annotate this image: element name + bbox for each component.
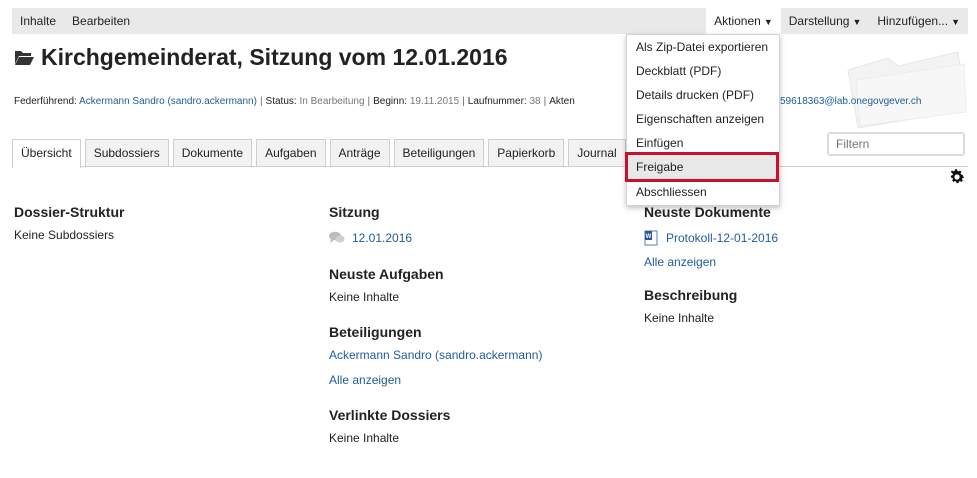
folder-watermark-icon <box>847 51 967 128</box>
word-document-icon: W <box>644 230 658 246</box>
toolbar-right: Aktionen ▼ Darstellung ▼ Hinzufügen... ▼ <box>706 8 968 35</box>
svg-text:W: W <box>646 234 652 240</box>
beteiligung-link[interactable]: Ackermann Sandro (sandro.ackermann) <box>329 348 542 362</box>
dossier-struktur-heading: Dossier-Struktur <box>14 204 125 220</box>
dossier-metadata: Federführend: Ackermann Sandro (sandro.a… <box>14 96 575 107</box>
beteiligungen-section: Beteiligungen Ackermann Sandro (sandro.a… <box>329 324 542 387</box>
beteiligungen-all-link[interactable]: Alle anzeigen <box>329 373 401 387</box>
menu-item-deckblatt[interactable]: Deckblatt (PDF) <box>627 59 777 83</box>
neuste-aufgaben-text: Keine Inhalte <box>329 290 400 304</box>
menu-item-freigabe[interactable]: Freigabe <box>627 155 777 179</box>
tab-subdossiers[interactable]: Subdossiers <box>84 139 169 166</box>
verlinkte-dossiers-heading: Verlinkte Dossiers <box>329 407 451 423</box>
menu-item-details-drucken[interactable]: Details drucken (PDF) <box>627 83 777 107</box>
page-title-row: Kirchgemeinderat, Sitzung vom 12.01.2016 <box>14 42 508 72</box>
status-value: In Bearbeitung <box>299 96 365 107</box>
gear-icon[interactable] <box>948 168 966 186</box>
dossier-struktur-text: Keine Subdossiers <box>14 228 115 242</box>
laufnummer-label: Laufnummer: <box>467 96 527 107</box>
sitzung-link[interactable]: 12.01.2016 <box>352 231 412 245</box>
sitzung-item: 12.01.2016 <box>329 231 412 245</box>
hinzufuegen-menu-button[interactable]: Hinzufügen... ▼ <box>869 8 968 35</box>
laufnummer-value: 38 <box>529 96 541 107</box>
aktionen-dropdown: Als Zip-Datei exportieren Deckblatt (PDF… <box>625 34 780 206</box>
neuste-dokumente-section: Neuste Dokumente <box>644 204 771 220</box>
filter-input[interactable] <box>827 132 965 156</box>
comments-icon <box>329 231 345 243</box>
caret-down-icon: ▼ <box>852 17 862 27</box>
toolbar-bearbeiten[interactable]: Bearbeiten <box>64 8 138 34</box>
beschreibung-section: Beschreibung Keine Inhalte <box>644 287 737 325</box>
caret-down-icon: ▼ <box>951 17 960 27</box>
toolbar-left: Inhalte Bearbeiten <box>12 8 138 34</box>
page-title: Kirchgemeinderat, Sitzung vom 12.01.2016 <box>41 44 508 70</box>
beschreibung-text: Keine Inhalte <box>644 311 715 325</box>
beschreibung-heading: Beschreibung <box>644 287 738 303</box>
darstellung-menu-button[interactable]: Darstellung ▼ <box>781 8 870 35</box>
neuste-dokumente-heading: Neuste Dokumente <box>644 204 771 220</box>
verlinkte-dossiers-text: Keine Inhalte <box>329 431 400 445</box>
akten-label: Akten <box>549 96 575 107</box>
hinzufuegen-label: Hinzufügen... <box>877 14 949 28</box>
beteiligungen-heading: Beteiligungen <box>329 324 422 340</box>
dokument-link[interactable]: Protokoll-12-01-2016 <box>666 231 778 245</box>
tab-bar: Übersicht Subdossiers Dokumente Aufgaben… <box>12 138 968 168</box>
email-fragment[interactable]: 59618363@lab.onegovgever.ch <box>780 96 921 107</box>
tab-journal[interactable]: Journal <box>568 139 626 166</box>
darstellung-label: Darstellung <box>788 14 850 28</box>
verlinkte-dossiers-section: Verlinkte Dossiers Keine Inhalte <box>329 407 450 445</box>
toolbar-inhalte[interactable]: Inhalte <box>12 8 64 34</box>
menu-item-einfuegen[interactable]: Einfügen <box>627 131 777 155</box>
tab-papierkorb[interactable]: Papierkorb <box>488 139 565 166</box>
neuste-aufgaben-section: Neuste Aufgaben Keine Inhalte <box>329 266 444 304</box>
folder-open-icon <box>15 50 34 65</box>
dokumente-all: Alle anzeigen <box>644 255 716 269</box>
beginn-label: Beginn: <box>373 96 408 107</box>
caret-down-icon: ▼ <box>763 17 773 27</box>
tab-dokumente[interactable]: Dokumente <box>172 139 253 166</box>
tab-uebersicht[interactable]: Übersicht <box>12 139 81 168</box>
status-label: Status: <box>265 96 297 107</box>
dokument-item: W Protokoll-12-01-2016 <box>644 230 778 246</box>
beginn-value: 19.11.2015 <box>409 96 460 107</box>
top-toolbar: Inhalte Bearbeiten Aktionen ▼ Darstellung… <box>12 8 968 35</box>
tab-aufgaben[interactable]: Aufgaben <box>256 139 326 166</box>
aktionen-label: Aktionen <box>714 14 761 28</box>
dossier-struktur-section: Dossier-Struktur Keine Subdossiers <box>14 204 124 242</box>
neuste-aufgaben-heading: Neuste Aufgaben <box>329 266 444 282</box>
sitzung-heading: Sitzung <box>329 204 380 220</box>
federfuehrend-link[interactable]: Ackermann Sandro (sandro.ackermann) <box>79 96 257 107</box>
aktionen-menu-button[interactable]: Aktionen ▼ <box>706 8 781 35</box>
federfuehrend-label: Federführend: <box>14 96 77 107</box>
sitzung-section: Sitzung <box>329 204 380 220</box>
tab-beteiligungen[interactable]: Beteiligungen <box>393 139 485 166</box>
dokumente-all-link[interactable]: Alle anzeigen <box>644 255 716 269</box>
menu-item-zip-export[interactable]: Als Zip-Datei exportieren <box>627 35 777 59</box>
menu-item-abschliessen[interactable]: Abschliessen <box>627 180 777 204</box>
menu-item-eigenschaften[interactable]: Eigenschaften anzeigen <box>627 107 777 131</box>
tab-antraege[interactable]: Anträge <box>329 139 390 166</box>
